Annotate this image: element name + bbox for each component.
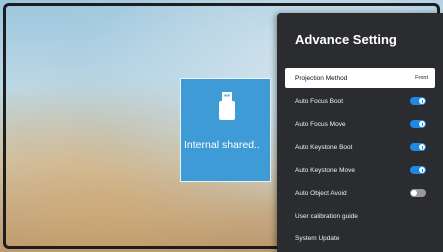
projection-method-value: Front <box>415 75 428 81</box>
menu-item-auto-focus-boot[interactable]: Auto Focus Boot <box>285 91 435 111</box>
menu-item-user-calibration-guide[interactable]: User calibration guide <box>285 206 435 226</box>
menu-item-label: Auto Object Avoid <box>295 189 347 197</box>
toggle-knob <box>419 144 425 150</box>
toggle-knob <box>411 190 417 196</box>
menu-item-label: Projection Method <box>295 74 348 82</box>
menu-item-label: Auto Keystone Boot <box>295 143 353 151</box>
advance-setting-panel: Advance Setting Projection Method Front … <box>277 13 443 252</box>
auto-focus-boot-toggle[interactable] <box>410 97 426 105</box>
menu-item-label: Auto Focus Move <box>295 120 346 128</box>
menu-item-auto-keystone-move[interactable]: Auto Keystone Move <box>285 160 435 180</box>
auto-object-avoid-toggle[interactable] <box>410 189 426 197</box>
projector-home-screen: Internal shared.. Advance Setting Projec… <box>0 0 443 252</box>
menu-item-label: Auto Keystone Move <box>295 166 355 174</box>
auto-focus-move-toggle[interactable] <box>410 120 426 128</box>
auto-keystone-move-toggle[interactable] <box>410 166 426 174</box>
menu-item-auto-keystone-boot[interactable]: Auto Keystone Boot <box>285 137 435 157</box>
usb-drive-icon <box>219 92 235 120</box>
panel-title: Advance Setting <box>295 32 397 47</box>
internal-storage-tile[interactable]: Internal shared.. <box>180 78 271 182</box>
menu-item-auto-object-avoid[interactable]: Auto Object Avoid <box>285 183 435 203</box>
menu-item-projection-method[interactable]: Projection Method Front <box>285 68 435 88</box>
menu-item-auto-focus-move[interactable]: Auto Focus Move <box>285 114 435 134</box>
toggle-knob <box>419 167 425 173</box>
menu-item-system-update[interactable]: System Update <box>285 228 435 248</box>
menu-item-label: User calibration guide <box>295 212 358 220</box>
toggle-knob <box>419 98 425 104</box>
auto-keystone-boot-toggle[interactable] <box>410 143 426 151</box>
toggle-knob <box>419 121 425 127</box>
menu-item-label: Auto Focus Boot <box>295 97 344 105</box>
storage-tile-label: Internal shared.. <box>184 139 260 151</box>
menu-item-label: System Update <box>295 234 340 242</box>
